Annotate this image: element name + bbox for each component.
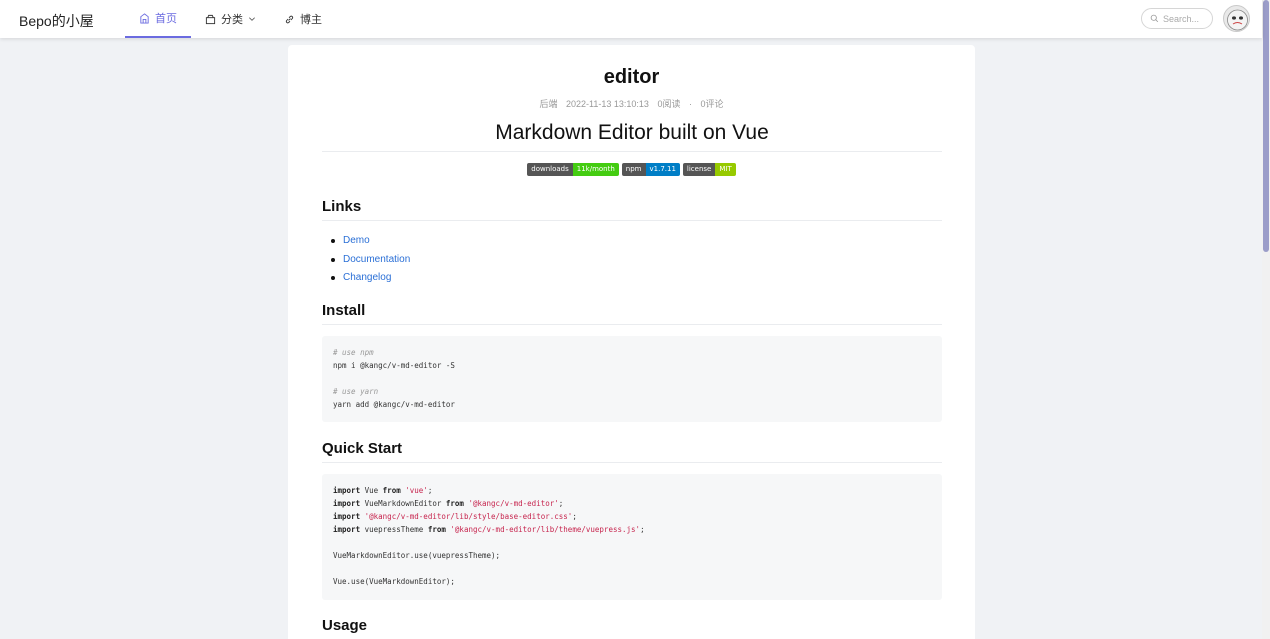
nav-item-label: 首页 [155,13,177,25]
article-card: editor 后端 2022-11-13 13:10:13 0阅读 · 0评论 … [288,45,975,639]
code-line: import '@kangc/v-md-editor/lib/style/bas… [333,512,577,521]
meta-reads: 0阅读 [657,99,681,109]
top-nav-bar: Bepo的小屋 首页 分类 博主 [0,0,1262,38]
license-badge[interactable]: license MIT [682,163,736,176]
search-icon [1150,14,1159,23]
nav-item-home[interactable]: 首页 [125,0,191,38]
home-icon [140,12,149,24]
install-code-block: # use npm npm i @kangc/v-md-editor -S # … [322,336,942,422]
markdown-h1: Markdown Editor built on Vue [322,121,942,152]
code-line: import vuepressTheme from '@kangc/v-md-e… [333,525,645,534]
nav-item-label: 博主 [300,14,322,26]
link-icon [285,15,294,23]
link-documentation[interactable]: Documentation [343,254,410,265]
nav-item-category[interactable]: 分类 [191,0,270,38]
code-line: import Vue from 'vue'; [333,486,433,495]
avatar-image [1227,9,1248,31]
category-icon [205,14,216,24]
code-comment: # use npm [333,348,374,357]
meta-comments: 0评论 [700,99,724,109]
search-input[interactable] [1163,13,1211,24]
chevron-down-icon [249,17,255,21]
meta-separator: · [688,99,692,109]
code-line: Vue.use(VueMarkdownEditor); [333,577,455,586]
badge-key: npm [621,163,646,176]
badge-row: downloads 11k/month npm v1.7.11 license … [288,163,975,176]
user-avatar[interactable] [1223,5,1250,32]
npm-badge[interactable]: npm v1.7.11 [621,163,680,176]
meta-datetime: 2022-11-13 13:10:13 [566,99,649,109]
badge-value: v1.7.11 [645,163,680,176]
heading-quick-start: Quick Start [322,440,942,463]
quickstart-code-block: import Vue from 'vue'; import VueMarkdow… [322,474,942,600]
code-line: VueMarkdownEditor.use(vuepressTheme); [333,551,501,560]
nav-item-label: 分类 [221,14,243,26]
page-scrollbar[interactable] [1262,0,1270,639]
link-demo[interactable]: Demo [343,235,370,246]
code-line: import VueMarkdownEditor from '@kangc/v-… [333,499,564,508]
scrollbar-thumb[interactable] [1263,0,1269,252]
badge-key: downloads [527,163,573,176]
downloads-badge[interactable]: downloads 11k/month [527,163,619,176]
site-brand[interactable]: Bepo的小屋 [19,11,94,31]
link-changelog[interactable]: Changelog [343,272,391,283]
list-item: Changelog [330,271,410,290]
heading-install: Install [322,302,942,325]
meta-category[interactable]: 后端 [539,99,557,109]
article-title: editor [603,66,660,88]
search-box[interactable] [1141,8,1213,29]
code-line: yarn add @kangc/v-md-editor [333,400,455,409]
main-nav: 首页 分类 博主 [125,0,336,38]
heading-links: Links [322,198,942,221]
badge-value: 11k/month [572,163,619,176]
article-meta: 后端 2022-11-13 13:10:13 0阅读 · 0评论 [288,97,975,110]
code-comment: # use yarn [333,387,379,396]
list-item: Demo [330,234,410,253]
nav-item-blogger[interactable]: 博主 [270,0,336,38]
links-list: Demo Documentation Changelog [330,234,410,290]
heading-usage: Usage [322,617,942,639]
badge-key: license [682,163,716,176]
badge-value: MIT [715,163,736,176]
list-item: Documentation [330,253,410,272]
code-line: npm i @kangc/v-md-editor -S [333,361,455,370]
